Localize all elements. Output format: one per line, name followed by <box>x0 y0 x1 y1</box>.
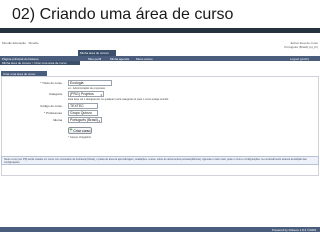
teachers-label: * Professores <box>43 111 62 115</box>
footer-credit: Powered by Dokeos 1.8.6 ©2009 <box>271 228 316 232</box>
language-select[interactable]: Português (Brasil) ▾ <box>68 117 102 123</box>
footer-bar: Powered by Dokeos 1.8.6 ©2009 <box>0 227 320 232</box>
category-label: Categoria <box>48 92 62 96</box>
language-indicator[interactable]: Português (Brasil) (pt_br) <box>284 45 318 49</box>
course-title-help: ex.: Administração de empresas <box>68 87 105 90</box>
header-right: Entrar área de curso Português (Brasil) … <box>284 41 318 49</box>
site-name: Moodle Educação · Moodle <box>2 41 39 45</box>
chevron-down-icon: ▾ <box>98 119 100 123</box>
create-course-button[interactable]: + Criar curso <box>68 127 92 134</box>
teachers-input[interactable]: Grupo Quinzo <box>68 110 98 116</box>
breadcrumb[interactable]: Minha área de cursos > Criar uma área de… <box>2 61 67 65</box>
title-rule <box>0 28 320 33</box>
info-box: Neste curso (ver PR) serão criados um cu… <box>1 156 319 165</box>
course-title-label: * Título do curso <box>40 81 62 85</box>
slide-title: 02) Criando uma área de curso <box>12 6 234 23</box>
breadcrumb-bar: Minha área de cursos > Criar uma área de… <box>0 61 80 65</box>
nav-item-agenda[interactable]: Minha agenda <box>110 57 129 61</box>
course-title-input[interactable]: Ecologia <box>68 80 112 86</box>
nav-item-notices[interactable]: Meus avisos <box>136 57 153 61</box>
app-header: Moodle Educação · Moodle Entrar área de … <box>0 40 320 50</box>
logout-link[interactable]: Logout (prof1) <box>290 57 309 61</box>
course-code-label: Código do curso <box>40 104 62 108</box>
create-course-label: Criar curso <box>73 128 91 133</box>
language-value: Português (Brasil) <box>70 118 99 122</box>
required-note: * Campo obrigatório <box>68 136 92 139</box>
language-label: Idioma <box>52 118 62 122</box>
plus-icon: + <box>69 127 73 133</box>
category-help: Esta área vai o desaparecer se qualquer … <box>68 98 169 101</box>
nav-item-profile[interactable]: Meu perfil <box>88 57 101 61</box>
course-code-input[interactable]: TEXTEC <box>68 103 98 109</box>
category-select[interactable]: (PRG) Projetos ▾ <box>68 91 104 97</box>
screenshot-region: Moodle Educação · Moodle Entrar área de … <box>0 40 320 222</box>
category-value: (PRG) Projetos <box>70 92 94 96</box>
chevron-down-icon: ▾ <box>100 93 102 97</box>
